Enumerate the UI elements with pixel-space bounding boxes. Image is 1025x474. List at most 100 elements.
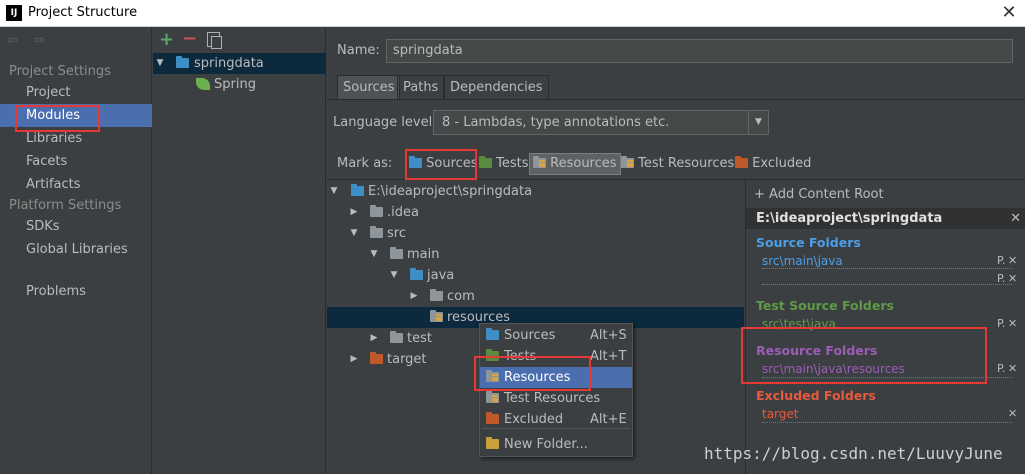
mark-tests-button[interactable]: Tests xyxy=(475,153,533,175)
nav-item-global-libraries[interactable]: Global Libraries xyxy=(0,238,152,261)
tree-row-root[interactable]: ▼ E:\ideaproject\springdata xyxy=(327,181,744,202)
expand-arrow-icon[interactable]: ▼ xyxy=(155,53,165,74)
module-list-panel: + − ▼ springdata Spring xyxy=(153,27,326,474)
mark-tests-label: Tests xyxy=(496,156,529,171)
collapse-arrow-icon[interactable]: ▼ xyxy=(369,244,379,265)
module-toolbar: + − xyxy=(153,27,326,53)
tree-label: test xyxy=(407,331,432,346)
new-folder-icon xyxy=(486,437,499,449)
add-module-icon[interactable]: + xyxy=(159,29,174,50)
menu-item-label: New Folder... xyxy=(504,437,588,452)
test-resources-folder-icon xyxy=(621,155,634,168)
tree-label: target xyxy=(387,352,427,367)
expand-arrow-icon[interactable]: ▶ xyxy=(349,202,359,223)
nav-item-artifacts[interactable]: Artifacts xyxy=(0,173,152,196)
remove-root-icon[interactable]: ✕ xyxy=(1010,208,1021,229)
nav-item-project[interactable]: Project xyxy=(0,81,152,104)
mark-excluded-button[interactable]: Excluded xyxy=(731,153,815,175)
excluded-folder-icon xyxy=(735,155,748,168)
menu-item-new-folder[interactable]: New Folder... xyxy=(480,434,632,455)
tree-row-src[interactable]: ▼ src xyxy=(327,223,744,244)
nav-item-facets[interactable]: Facets xyxy=(0,150,152,173)
tree-row-com[interactable]: ▶ com xyxy=(327,286,744,307)
dotted-separator xyxy=(762,268,1012,269)
excluded-folder-icon xyxy=(486,412,499,424)
source-folders-title: Source Folders xyxy=(756,235,861,250)
add-content-root-button[interactable]: + Add Content Root xyxy=(754,187,884,202)
package-prefix-icon[interactable]: P. xyxy=(997,317,1005,330)
source-folder-item[interactable]: src\main\java xyxy=(762,254,843,268)
tree-label: main xyxy=(407,247,440,262)
project-structure-window: IJ Project Structure ✕ ⇦ ⇨ Project Setti… xyxy=(0,0,1025,474)
collapse-arrow-icon[interactable]: ▼ xyxy=(349,223,359,244)
menu-separator xyxy=(482,428,630,429)
menu-item-shortcut: Alt+S xyxy=(590,328,627,343)
remove-folder-icon[interactable]: ✕ xyxy=(1008,362,1017,375)
module-springdata[interactable]: ▼ springdata xyxy=(153,53,326,74)
nav-item-problems[interactable]: Problems xyxy=(0,280,152,303)
watermark-url: https://blog.csdn.net/LuuvyJune xyxy=(704,444,1003,463)
language-level-select[interactable]: 8 - Lambdas, type annotations etc. ▼ xyxy=(433,110,769,135)
excluded-folder-icon xyxy=(370,352,383,364)
section-platform-settings: Platform Settings xyxy=(9,198,122,213)
tree-label: com xyxy=(447,289,475,304)
tab-paths[interactable]: Paths xyxy=(397,75,445,99)
close-window-button[interactable]: ✕ xyxy=(998,2,1020,24)
folder-icon xyxy=(430,289,443,301)
chevron-down-icon[interactable]: ▼ xyxy=(748,111,768,134)
highlight-resource-folders xyxy=(741,327,987,384)
tree-row-main[interactable]: ▼ main xyxy=(327,244,744,265)
module-folder-icon xyxy=(176,56,189,68)
expand-arrow-icon[interactable]: ▶ xyxy=(369,328,379,349)
module-settings-panel: Name: springdata Sources Paths Dependenc… xyxy=(327,27,1025,474)
tree-row-java[interactable]: ▼ java xyxy=(327,265,744,286)
copy-module-icon[interactable] xyxy=(207,32,222,49)
module-label: springdata xyxy=(194,56,264,71)
title-bar: IJ Project Structure ✕ xyxy=(0,0,1025,27)
menu-item-label: Sources xyxy=(504,328,556,343)
expand-arrow-icon[interactable]: ▶ xyxy=(349,349,359,370)
mark-excluded-label: Excluded xyxy=(752,156,812,171)
spring-leaf-icon xyxy=(196,78,210,90)
expand-arrow-icon[interactable]: ▶ xyxy=(409,286,419,307)
package-prefix-icon[interactable]: P. xyxy=(997,254,1005,267)
content-root-header: E:\ideaproject\springdata ✕ xyxy=(746,208,1025,229)
back-forward-arrows-icon[interactable]: ⇦ ⇨ xyxy=(7,33,51,48)
name-label: Name: xyxy=(337,43,380,58)
dotted-separator xyxy=(762,284,1012,285)
excluded-folder-item[interactable]: target xyxy=(762,407,799,421)
tab-divider xyxy=(327,99,1025,100)
menu-item-test-resources[interactable]: Test Resources xyxy=(480,388,632,409)
settings-navigation: ⇦ ⇨ Project Settings Project Modules Lib… xyxy=(0,27,152,474)
nav-item-sdks[interactable]: SDKs xyxy=(0,215,152,238)
package-prefix-icon[interactable]: P. xyxy=(997,362,1005,375)
tab-dependencies[interactable]: Dependencies xyxy=(444,75,549,99)
remove-folder-icon[interactable]: ✕ xyxy=(1008,407,1017,420)
menu-item-excluded[interactable]: Excluded Alt+E xyxy=(480,409,632,430)
remove-folder-icon[interactable]: ✕ xyxy=(1008,317,1017,330)
mark-test-resources-label: Test Resources xyxy=(638,156,735,171)
tree-label: java xyxy=(427,268,455,283)
language-level-value: 8 - Lambdas, type annotations etc. xyxy=(442,115,670,130)
module-name-field[interactable]: springdata xyxy=(386,39,1013,63)
excluded-folders-title: Excluded Folders xyxy=(756,388,876,403)
facet-spring[interactable]: Spring xyxy=(153,74,326,95)
menu-item-sources[interactable]: Sources Alt+S xyxy=(480,325,632,346)
collapse-arrow-icon[interactable]: ▼ xyxy=(389,265,399,286)
menu-item-label: Test Resources xyxy=(504,391,601,406)
mark-resources-button[interactable]: Resources xyxy=(529,153,621,175)
folder-icon xyxy=(370,205,383,217)
mark-test-resources-button[interactable]: Test Resources xyxy=(617,153,738,175)
resources-folder-icon xyxy=(533,155,546,168)
folder-icon xyxy=(370,226,383,238)
menu-item-shortcut: Alt+E xyxy=(590,412,627,427)
collapse-arrow-icon[interactable]: ▼ xyxy=(329,181,339,202)
window-title: Project Structure xyxy=(28,5,138,20)
tree-row-idea[interactable]: ▶ .idea xyxy=(327,202,744,223)
remove-folder-icon[interactable]: ✕ xyxy=(1008,254,1017,267)
tests-folder-icon xyxy=(479,155,492,168)
remove-module-icon[interactable]: − xyxy=(182,28,197,49)
tab-sources[interactable]: Sources xyxy=(337,75,401,99)
mark-as-label: Mark as: xyxy=(337,156,393,171)
test-folders-title: Test Source Folders xyxy=(756,298,894,313)
